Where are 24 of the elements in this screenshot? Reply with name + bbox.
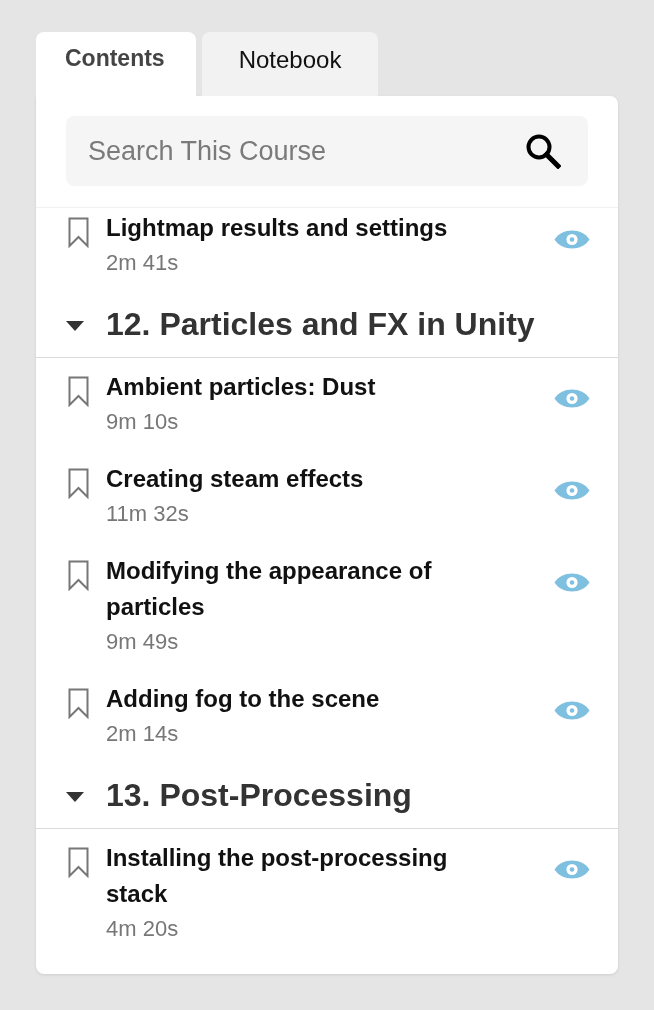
search-icon[interactable]	[525, 133, 561, 169]
bookmark-icon[interactable]	[68, 847, 89, 878]
tab[interactable]: Contents	[36, 32, 196, 96]
lesson-duration: 9m 49s	[106, 628, 179, 656]
lesson-title[interactable]: Modifying the appearance of particles	[106, 553, 466, 625]
section-title[interactable]: 13. Post-Processing	[106, 775, 412, 815]
bookmark-icon[interactable]	[68, 560, 89, 591]
lesson-title[interactable]: Installing the post-processing stack	[106, 840, 466, 912]
lesson-duration: 2m 14s	[106, 720, 179, 748]
lesson-duration: 2m 41s	[106, 249, 179, 277]
lesson-duration: 9m 10s	[106, 408, 179, 436]
section-title[interactable]: 12. Particles and FX in Unity	[106, 304, 535, 344]
tab[interactable]: Notebook	[201, 32, 379, 96]
bookmark-icon[interactable]	[68, 688, 89, 719]
bookmark-icon[interactable]	[68, 217, 89, 248]
lesson-title[interactable]: Lightmap results and settings	[106, 210, 448, 246]
lesson-title[interactable]: Creating steam effects	[106, 461, 364, 497]
bookmark-icon[interactable]	[68, 468, 89, 499]
bookmark-icon[interactable]	[68, 376, 89, 407]
lesson-title[interactable]: Adding fog to the scene	[106, 681, 380, 717]
search-field[interactable]: Search This Course	[66, 116, 588, 186]
lesson-title[interactable]: Ambient particles: Dust	[106, 369, 376, 405]
lesson-duration: 11m 32s	[106, 500, 189, 528]
lesson-duration: 4m 20s	[106, 915, 179, 943]
